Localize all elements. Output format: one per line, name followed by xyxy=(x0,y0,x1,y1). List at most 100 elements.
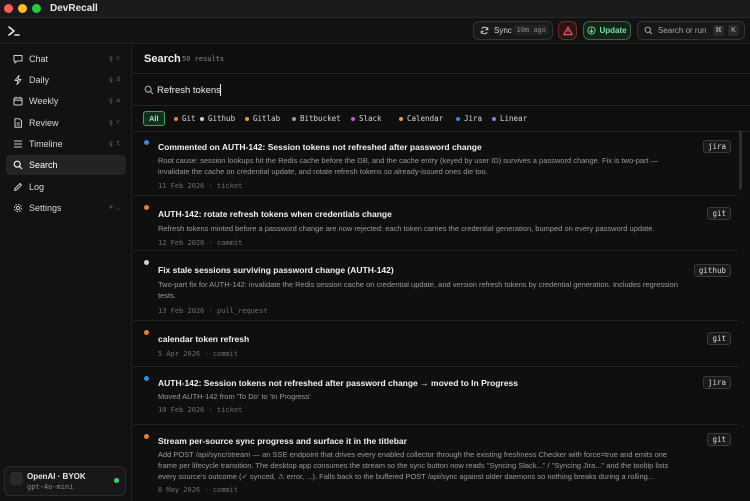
source-badge: git xyxy=(707,207,731,220)
filter-github[interactable]: Github xyxy=(200,111,235,126)
terminal-logo-icon xyxy=(8,26,20,36)
source-dot xyxy=(144,434,149,439)
filter-calendar[interactable]: Calendar xyxy=(399,111,443,126)
result-meta: 10 Feb 2026 · ticket xyxy=(158,406,243,414)
result-item[interactable]: Fix stale sessions surviving password ch… xyxy=(133,252,738,321)
sync-icon xyxy=(480,26,489,35)
lightning-icon xyxy=(14,75,22,85)
sync-button[interactable]: Sync 10m ago xyxy=(473,21,553,40)
result-meta: 8 May 2026 · commit xyxy=(158,486,239,494)
filter-label: Git xyxy=(182,114,196,123)
filter-dot xyxy=(456,116,460,121)
result-title: Fix stale sessions surviving password ch… xyxy=(158,265,394,275)
maximize-window-button[interactable] xyxy=(32,4,41,13)
command-search-button[interactable]: Search or run ⌘ K xyxy=(637,21,745,40)
filter-label: Bitbucket xyxy=(300,114,341,123)
result-snippet: Add POST /api/sync/stream — an SSE endpo… xyxy=(158,450,669,481)
update-button[interactable]: Update xyxy=(583,21,631,40)
filter-jira[interactable]: Jira xyxy=(456,111,482,126)
update-label: Update xyxy=(599,26,627,35)
result-title: AUTH-142: Session tokens not refreshed a… xyxy=(158,378,518,388)
ai-provider-card[interactable]: OpenAI · BYOK gpt-4o-mini xyxy=(4,466,126,496)
kbd-cmd: ⌘ xyxy=(713,25,724,36)
window-title: DevRecall xyxy=(50,3,98,14)
ai-model-name: gpt-4o-mini xyxy=(27,483,74,491)
sidebar-item-chat[interactable]: Chat g c xyxy=(6,49,126,69)
main-panel: Search 50 results All Git Github Gitlab … xyxy=(133,45,750,501)
results-scrollbar[interactable] xyxy=(739,130,742,190)
filter-gitlab[interactable]: Gitlab xyxy=(245,111,280,126)
result-meta: 13 Feb 2026 · pull_request xyxy=(158,307,268,315)
result-title: Stream per-source sync progress and surf… xyxy=(158,436,407,446)
sidebar-item-label: Weekly xyxy=(29,96,59,106)
sidebar: Chat g c Daily g d Weekly g w Review g r… xyxy=(0,45,132,501)
filter-linear[interactable]: Linear xyxy=(492,111,527,126)
sidebar-item-settings[interactable]: Settings ⌘ , xyxy=(6,198,126,218)
filter-all[interactable]: All xyxy=(143,111,165,126)
filter-dot xyxy=(174,116,178,121)
filter-dot xyxy=(200,116,204,121)
source-badge: git xyxy=(707,433,731,446)
sidebar-item-label: Timeline xyxy=(29,139,63,149)
source-badge: git xyxy=(707,332,731,345)
document-icon xyxy=(14,118,22,128)
ai-provider-title: OpenAI · BYOK xyxy=(27,472,86,481)
filter-dot xyxy=(351,116,355,121)
result-item[interactable]: Stream per-source sync progress and surf… xyxy=(133,426,738,501)
results-count: 50 results xyxy=(182,55,225,63)
minimize-window-button[interactable] xyxy=(18,4,27,13)
filter-label: Calendar xyxy=(407,114,444,123)
sidebar-item-shortcut: g d xyxy=(109,76,120,83)
sidebar-item-review[interactable]: Review g r xyxy=(6,113,126,133)
result-item[interactable]: AUTH-142: Session tokens not refreshed a… xyxy=(133,368,738,425)
pencil-icon xyxy=(14,183,22,191)
sidebar-item-shortcut: g w xyxy=(109,97,120,104)
filter-slack[interactable]: Slack xyxy=(351,111,382,126)
source-badge: jira xyxy=(702,376,731,389)
text-cursor xyxy=(220,84,221,96)
sync-error-button[interactable] xyxy=(558,21,577,40)
source-dot xyxy=(144,260,149,265)
search-icon xyxy=(644,26,653,35)
sidebar-item-search[interactable]: Search xyxy=(6,155,126,175)
sidebar-item-weekly[interactable]: Weekly g w xyxy=(6,91,126,111)
result-item[interactable]: Commented on AUTH-142: Session tokens no… xyxy=(133,132,738,196)
filter-dot xyxy=(245,116,249,121)
calendar-icon xyxy=(13,96,23,106)
search-icon xyxy=(13,160,23,170)
result-item[interactable]: calendar token refresh 5 Apr 2026 · comm… xyxy=(133,322,738,367)
warning-icon xyxy=(562,26,573,35)
result-title: AUTH-142: rotate refresh tokens when cre… xyxy=(158,209,392,219)
result-meta: 5 Apr 2026 · commit xyxy=(158,350,239,358)
sidebar-item-timeline[interactable]: Timeline g t xyxy=(6,134,126,154)
kbd-k: K xyxy=(728,25,739,36)
result-snippet: Root cause: session lookups hit the Redi… xyxy=(158,156,659,176)
list-icon xyxy=(14,140,22,148)
filter-bitbucket[interactable]: Bitbucket xyxy=(292,111,341,126)
command-search-placeholder: Search or run xyxy=(658,26,707,35)
filter-dot xyxy=(292,116,296,121)
sidebar-item-label: Chat xyxy=(29,54,49,64)
sidebar-item-log[interactable]: Log xyxy=(6,177,126,197)
source-badge: github xyxy=(693,264,731,277)
result-title: Commented on AUTH-142: Session tokens no… xyxy=(158,142,482,152)
sidebar-item-daily[interactable]: Daily g d xyxy=(6,70,126,90)
gear-icon xyxy=(13,203,23,213)
filter-git[interactable]: Git xyxy=(174,111,196,126)
result-meta: 12 Feb 2026 · commit xyxy=(158,239,243,247)
sidebar-item-label: Search xyxy=(29,160,58,170)
sidebar-item-label: Settings xyxy=(29,203,62,213)
source-dot xyxy=(144,205,149,210)
sidebar-item-label: Log xyxy=(29,182,45,192)
filter-label: Jira xyxy=(464,114,483,123)
sidebar-item-label: Review xyxy=(29,118,59,128)
close-window-button[interactable] xyxy=(4,4,13,13)
sync-ago: 10m ago xyxy=(513,25,549,35)
divider xyxy=(133,73,750,74)
filter-label: Slack xyxy=(359,114,382,123)
result-snippet: Refresh tokens minted before a password … xyxy=(158,224,655,233)
result-item[interactable]: AUTH-142: rotate refresh tokens when cre… xyxy=(133,197,738,251)
filter-label: Gitlab xyxy=(253,114,281,123)
update-arrow-icon xyxy=(587,26,596,35)
filter-label: All xyxy=(149,114,159,123)
